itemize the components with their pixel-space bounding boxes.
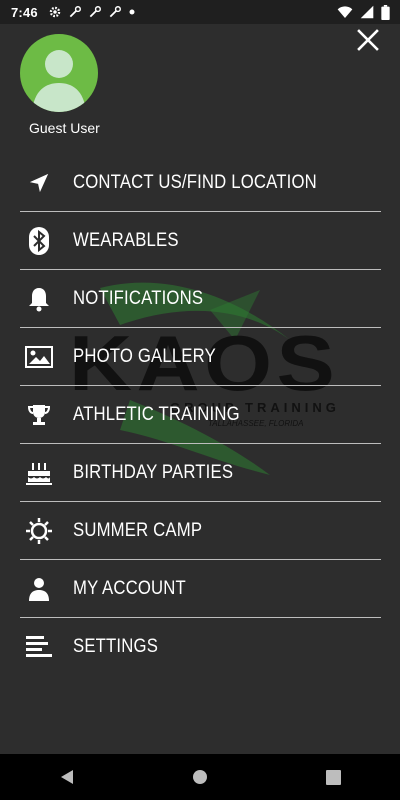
menu-item-athletic-training[interactable]: ATHLETIC TRAINING bbox=[0, 386, 400, 443]
signal-icon bbox=[360, 5, 374, 19]
close-icon[interactable] bbox=[356, 28, 380, 52]
menu-item-notifications[interactable]: NOTIFICATIONS bbox=[0, 270, 400, 327]
bell-icon bbox=[29, 287, 49, 311]
menu-item-wearables[interactable]: WEARABLES bbox=[0, 212, 400, 269]
menu-item-birthday-parties[interactable]: BIRTHDAY PARTIES bbox=[0, 444, 400, 501]
menu-item-label: ATHLETIC TRAINING bbox=[73, 403, 240, 425]
menu-item-contact[interactable]: CONTACT US/FIND LOCATION bbox=[0, 154, 400, 211]
menu-item-label: BIRTHDAY PARTIES bbox=[73, 461, 234, 483]
wrench-icon bbox=[89, 6, 101, 18]
settings-icon bbox=[49, 6, 61, 18]
sun-icon bbox=[26, 517, 52, 544]
recents-button[interactable] bbox=[313, 762, 353, 792]
status-time: 7:46 bbox=[11, 4, 38, 20]
trophy-icon bbox=[27, 404, 51, 425]
settings-lines-icon bbox=[26, 635, 52, 657]
wrench-icon bbox=[109, 6, 121, 18]
dot-icon bbox=[129, 9, 135, 15]
battery-icon bbox=[381, 4, 390, 20]
wrench-icon bbox=[69, 6, 81, 18]
back-icon bbox=[60, 770, 73, 784]
bluetooth-icon bbox=[29, 226, 49, 255]
avatar[interactable] bbox=[20, 34, 98, 112]
menu-item-label: WEARABLES bbox=[73, 229, 179, 251]
menu-item-settings[interactable]: SETTINGS bbox=[0, 618, 400, 675]
wifi-icon bbox=[337, 6, 353, 18]
system-nav-bar bbox=[0, 754, 400, 800]
person-icon bbox=[29, 577, 49, 601]
status-bar: 7:46 bbox=[0, 0, 400, 24]
menu-item-label: CONTACT US/FIND LOCATION bbox=[73, 171, 317, 193]
status-notification-icons bbox=[48, 5, 136, 19]
recents-icon bbox=[325, 769, 341, 785]
person-placeholder-icon bbox=[32, 50, 86, 112]
menu-item-label: PHOTO GALLERY bbox=[73, 345, 216, 367]
menu-item-label: SETTINGS bbox=[73, 635, 159, 657]
status-system-icons bbox=[337, 4, 390, 20]
navigation-arrow-icon bbox=[29, 173, 49, 192]
drawer-menu: CONTACT US/FIND LOCATION WEARABLES NOTIF… bbox=[0, 154, 400, 675]
home-icon bbox=[192, 770, 207, 784]
menu-item-my-account[interactable]: MY ACCOUNT bbox=[0, 560, 400, 617]
cake-icon bbox=[26, 462, 52, 485]
menu-item-label: SUMMER CAMP bbox=[73, 519, 203, 541]
home-button[interactable] bbox=[180, 762, 220, 792]
user-name: Guest User bbox=[29, 120, 100, 136]
menu-item-summer-camp[interactable]: SUMMER CAMP bbox=[0, 502, 400, 559]
back-button[interactable] bbox=[47, 762, 87, 792]
image-icon bbox=[25, 345, 53, 368]
menu-item-label: NOTIFICATIONS bbox=[73, 287, 204, 309]
menu-item-label: MY ACCOUNT bbox=[73, 577, 186, 599]
menu-item-photo-gallery[interactable]: PHOTO GALLERY bbox=[0, 328, 400, 385]
